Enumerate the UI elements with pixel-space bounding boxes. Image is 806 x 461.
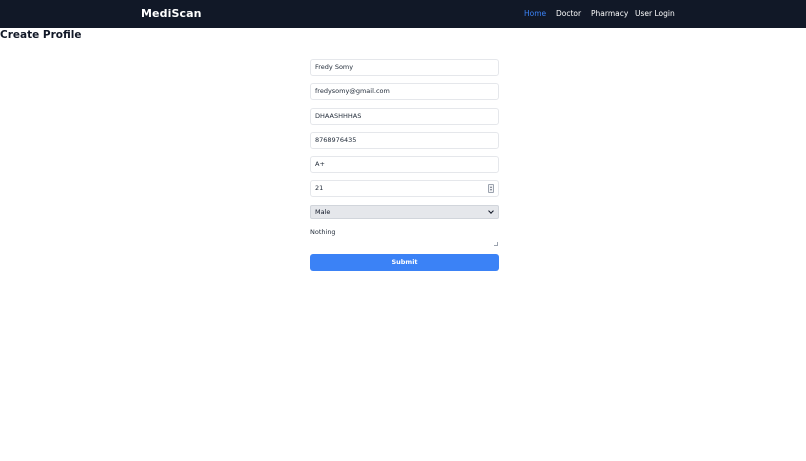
blood-group-input[interactable]: A+ [310,156,499,173]
notes-value: Nothing [310,228,336,236]
id-number-input[interactable]: DHAASHHHAS [310,108,499,125]
notes-textarea[interactable]: Nothing [310,228,499,248]
submit-button[interactable]: Submit [310,254,499,271]
name-input[interactable]: Fredy Somy [310,59,499,76]
nav-link-pharmacy[interactable]: Pharmacy [591,9,628,18]
nav-link-doctor[interactable]: Doctor [556,9,581,18]
stepper-icon[interactable] [488,184,494,193]
email-input[interactable]: fredysomy@gmail.com [310,83,499,100]
resize-handle-icon[interactable] [494,242,498,246]
nav-link-user-login[interactable]: User Login [635,9,675,18]
phone-input[interactable]: 8768976435 [310,132,499,149]
nav-link-home[interactable]: Home [524,9,546,18]
gender-select[interactable]: Male [310,205,499,219]
chevron-down-icon [488,208,494,214]
page-title: Create Profile [0,29,82,41]
navbar: MediScan Home Doctor Pharmacy User Login [0,0,806,28]
age-input[interactable]: 21 [310,180,499,197]
age-value: 21 [315,184,324,192]
gender-selected-value: Male [315,208,331,216]
nav-links: Home Doctor Pharmacy User Login [0,9,806,21]
